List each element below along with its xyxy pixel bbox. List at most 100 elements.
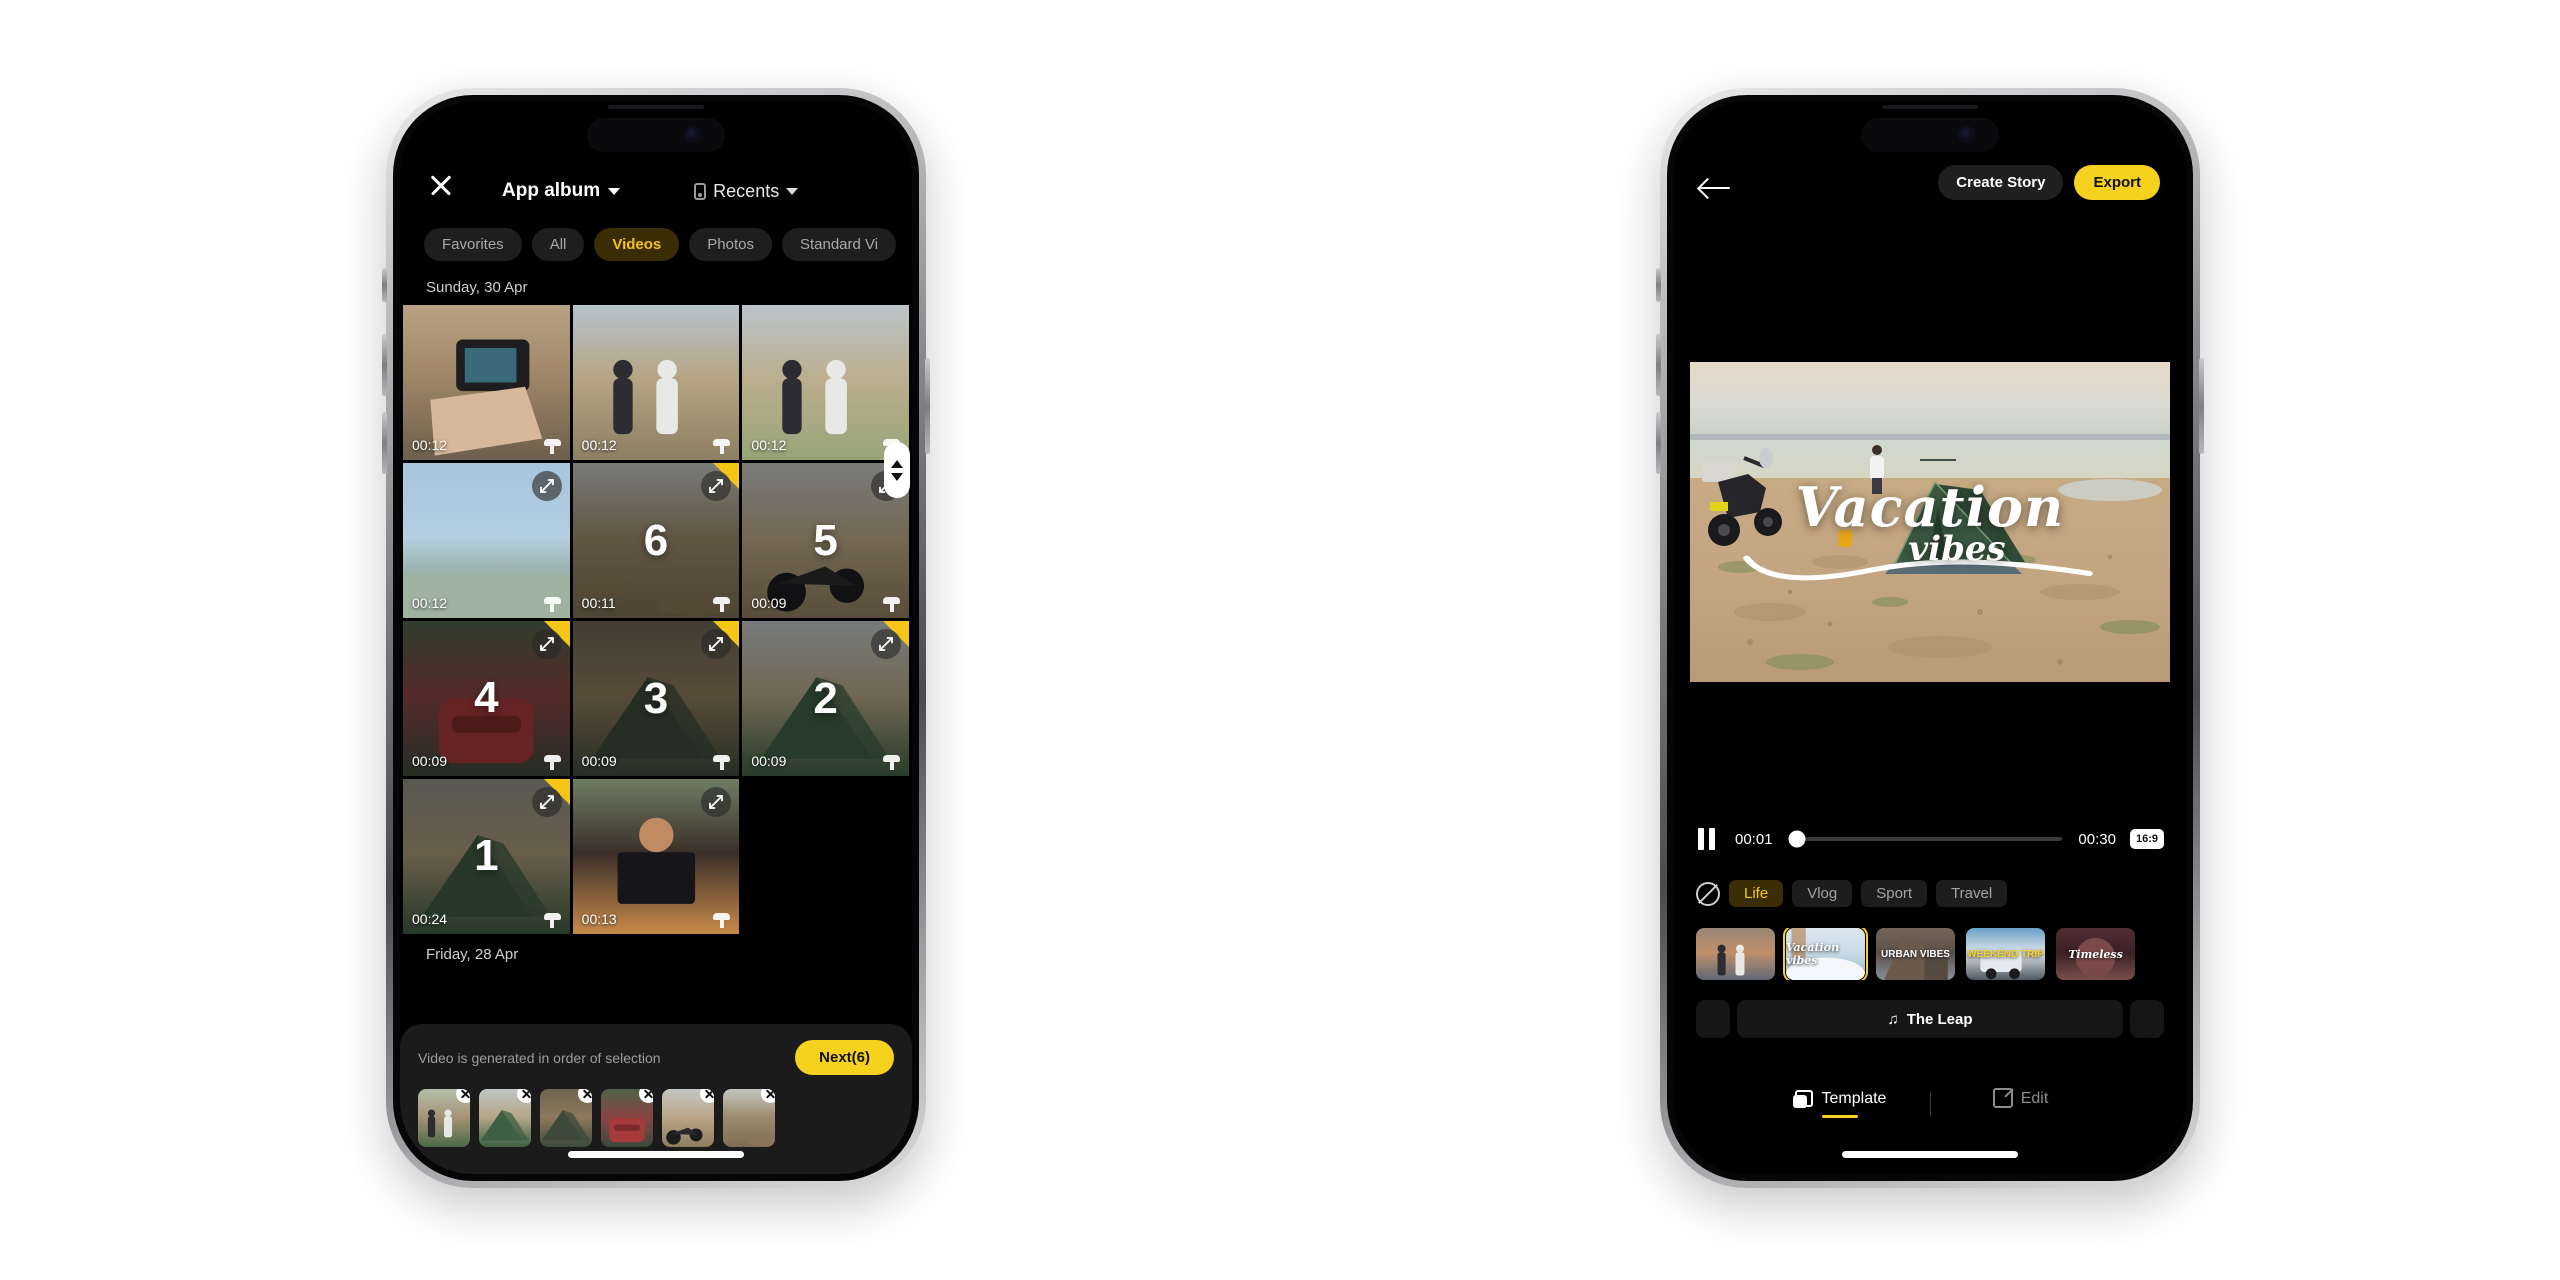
screen-right: Create Story Export Vacation vibes 00:01… bbox=[1674, 102, 2186, 1174]
tab-template-label: Template bbox=[1821, 1089, 1887, 1107]
arrow-down-icon bbox=[891, 472, 903, 481]
back-arrow-icon[interactable] bbox=[1700, 176, 1732, 200]
phone-right-video-editor: Create Story Export Vacation vibes 00:01… bbox=[1656, 88, 2204, 1188]
video-camera-icon bbox=[883, 753, 900, 770]
progress-scrubber[interactable] bbox=[1788, 830, 2063, 848]
video-preview[interactable]: Vacation vibes bbox=[1690, 362, 2170, 682]
drag-handle-icon[interactable] bbox=[884, 442, 910, 498]
total-time: 00:30 bbox=[2078, 830, 2116, 848]
power-button[interactable] bbox=[2199, 358, 2204, 454]
video-camera-icon bbox=[713, 437, 731, 454]
selected-thumbnail[interactable] bbox=[601, 1089, 653, 1147]
expand-icon[interactable] bbox=[531, 471, 562, 501]
template-thumbnail[interactable]: URBAN VIBES bbox=[1876, 928, 1955, 980]
no-template-icon[interactable] bbox=[1696, 881, 1720, 906]
media-grid-item[interactable]: 00:13 bbox=[572, 779, 740, 934]
media-grid-item[interactable]: 2 00:09 bbox=[742, 621, 909, 776]
dynamic-island bbox=[587, 118, 725, 152]
tab-template[interactable]: Template bbox=[1750, 1089, 1930, 1118]
media-grid-item[interactable]: 6 00:11 bbox=[572, 463, 740, 618]
category-chips: Life Vlog Sport Travel bbox=[1729, 880, 2008, 907]
video-duration: 00:09 bbox=[751, 595, 787, 611]
filter-chip-videos[interactable]: Videos bbox=[594, 228, 680, 261]
album-selector[interactable]: App album bbox=[502, 180, 621, 202]
template-thumbnail-strip: Vacation vibes URBAN VIBES WEEKEND TRIP … bbox=[1674, 928, 2186, 980]
date-header: Sunday, 30 Apr bbox=[426, 279, 528, 296]
earpiece-speaker bbox=[1882, 105, 1978, 109]
template-label: Vacation vibes bbox=[1786, 941, 1840, 967]
aspect-ratio-button[interactable]: 16:9 bbox=[2129, 829, 2164, 849]
video-duration: 00:09 bbox=[751, 753, 787, 769]
video-camera-icon bbox=[713, 753, 731, 770]
category-chip-sport[interactable]: Sport bbox=[1861, 880, 1928, 907]
filter-chip-standard-vi[interactable]: Standard Vi bbox=[781, 228, 897, 261]
close-icon[interactable] bbox=[424, 168, 458, 202]
preview-title-overlay: Vacation vibes bbox=[1690, 475, 2170, 569]
template-label: WEEKEND TRIP bbox=[1967, 948, 2044, 960]
music-next-placeholder[interactable] bbox=[2130, 1000, 2164, 1038]
export-button[interactable]: Export bbox=[2074, 165, 2160, 200]
selected-thumbnail[interactable] bbox=[540, 1089, 592, 1147]
media-grid-item[interactable]: 00:12 bbox=[742, 305, 909, 460]
video-duration: 00:12 bbox=[581, 437, 617, 453]
media-grid-item[interactable]: 1 00:24 bbox=[403, 779, 570, 934]
selection-order-badge: 1 bbox=[474, 831, 499, 881]
selected-thumbnail[interactable] bbox=[662, 1089, 714, 1147]
music-selector[interactable]: ♫ The Leap bbox=[1737, 1000, 2123, 1038]
mute-switch[interactable] bbox=[1656, 268, 1661, 302]
selected-thumbnail[interactable] bbox=[723, 1089, 775, 1147]
date-header-next: Friday, 28 Apr bbox=[426, 946, 519, 963]
expand-icon[interactable] bbox=[531, 787, 562, 817]
media-grid-item[interactable]: 00:12 bbox=[403, 463, 570, 618]
home-indicator[interactable] bbox=[568, 1151, 744, 1158]
media-grid-item[interactable]: 3 00:09 bbox=[572, 621, 740, 776]
template-thumbnail[interactable]: Timeless bbox=[2056, 928, 2135, 980]
template-icon bbox=[1792, 1089, 1813, 1108]
phone-left-media-picker: App album Recents Favorites All Videos Phot… bbox=[382, 88, 930, 1188]
media-grid-item[interactable]: 4 00:09 bbox=[403, 621, 570, 776]
tab-inactive-indicator bbox=[2003, 1115, 2039, 1118]
category-chip-travel[interactable]: Travel bbox=[1936, 880, 2008, 907]
template-label: URBAN VIBES bbox=[1881, 948, 1950, 960]
edit-icon bbox=[1992, 1088, 2013, 1108]
expand-icon[interactable] bbox=[871, 629, 901, 659]
template-thumbnail[interactable] bbox=[1696, 928, 1775, 980]
video-duration: 00:09 bbox=[412, 752, 448, 769]
selected-thumbnail[interactable] bbox=[479, 1089, 531, 1147]
category-chip-vlog[interactable]: Vlog bbox=[1792, 880, 1853, 907]
create-story-button[interactable]: Create Story bbox=[1938, 165, 2064, 200]
volume-down-button[interactable] bbox=[1656, 412, 1661, 474]
filter-chip-photos[interactable]: Photos bbox=[689, 228, 772, 261]
source-label: Recents bbox=[713, 181, 780, 201]
video-duration: 00:12 bbox=[412, 594, 448, 611]
chevron-down-icon bbox=[786, 188, 799, 195]
next-button[interactable]: Next(6) bbox=[795, 1040, 894, 1075]
home-indicator[interactable] bbox=[1842, 1151, 2018, 1158]
media-grid-item[interactable]: 00:12 bbox=[403, 305, 570, 460]
category-chip-life[interactable]: Life bbox=[1729, 880, 1784, 907]
template-label: Timeless bbox=[2068, 947, 2123, 961]
expand-icon[interactable] bbox=[531, 629, 562, 659]
tab-active-indicator bbox=[1821, 1114, 1858, 1118]
phone-icon bbox=[694, 183, 707, 200]
chevron-down-icon bbox=[608, 187, 621, 195]
scrubber-knob[interactable] bbox=[1788, 830, 1806, 848]
music-prev-placeholder[interactable] bbox=[1696, 1000, 1730, 1038]
selected-thumbnail[interactable] bbox=[418, 1089, 470, 1147]
template-thumbnail[interactable]: Vacation vibes bbox=[1783, 928, 1868, 980]
mute-switch[interactable] bbox=[382, 268, 387, 302]
screen-left: App album Recents Favorites All Videos Phot… bbox=[400, 102, 912, 1174]
filter-chip-favorites[interactable]: Favorites bbox=[424, 228, 522, 261]
volume-up-button[interactable] bbox=[1656, 334, 1661, 396]
tab-edit[interactable]: Edit bbox=[1931, 1088, 2111, 1118]
source-selector[interactable]: Recents bbox=[694, 181, 799, 202]
video-camera-icon bbox=[883, 595, 900, 612]
editor-actions: Create Story Export bbox=[1938, 165, 2160, 200]
volume-down-button[interactable] bbox=[382, 412, 387, 474]
pause-icon[interactable] bbox=[1696, 828, 1718, 850]
media-grid-item[interactable]: 00:12 bbox=[572, 305, 740, 460]
volume-up-button[interactable] bbox=[382, 334, 387, 396]
template-thumbnail[interactable]: WEEKEND TRIP bbox=[1966, 928, 2045, 980]
filter-chip-all[interactable]: All bbox=[531, 228, 585, 261]
power-button[interactable] bbox=[925, 358, 930, 454]
